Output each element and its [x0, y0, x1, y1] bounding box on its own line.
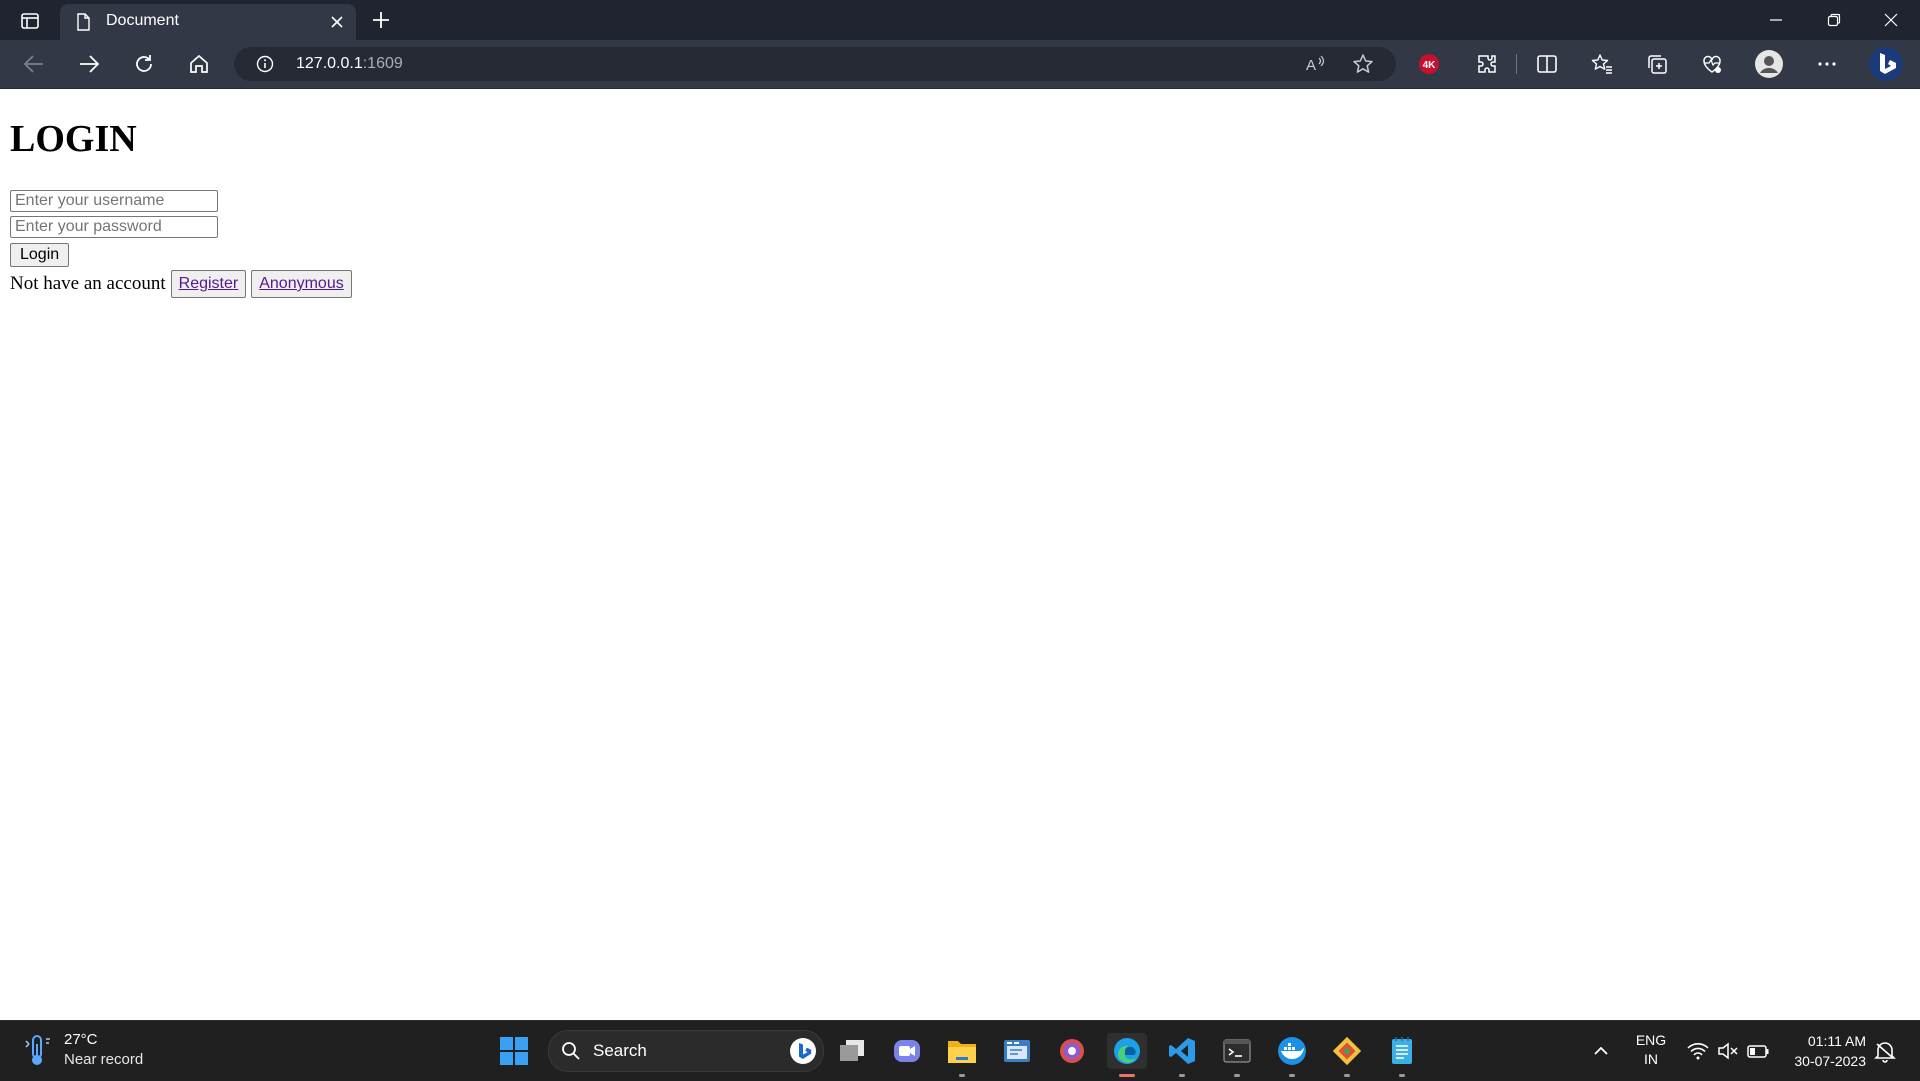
task-view-icon[interactable]	[834, 1033, 870, 1069]
weather-description[interactable]: Near record	[64, 1051, 143, 1068]
read-aloud-icon[interactable]: A	[1304, 53, 1326, 75]
bing-copilot-icon[interactable]	[789, 1037, 817, 1065]
window-close-icon[interactable]	[1862, 0, 1920, 40]
anonymous-button[interactable]: Anonymous	[251, 270, 352, 298]
teams-icon[interactable]	[889, 1033, 925, 1069]
info-icon[interactable]	[256, 55, 274, 73]
search-label: Search	[593, 1041, 647, 1060]
4k-extension-icon[interactable]: 4K	[1413, 49, 1445, 79]
language-indicator[interactable]: ENG IN	[1628, 1031, 1674, 1069]
windows-start-icon[interactable]	[498, 1035, 530, 1067]
back-icon[interactable]	[18, 49, 50, 79]
username-input[interactable]	[10, 190, 218, 212]
chevron-up-icon[interactable]	[1590, 1040, 1612, 1062]
performance-icon[interactable]	[1696, 49, 1728, 79]
favorite-star-icon[interactable]	[1352, 53, 1374, 75]
password-input[interactable]	[10, 216, 218, 238]
active-tab[interactable]: Document	[60, 4, 356, 40]
extensions-icon[interactable]	[1471, 49, 1503, 79]
notepad-icon[interactable]	[1384, 1033, 1420, 1077]
profile-icon[interactable]	[1753, 49, 1785, 79]
taskbar-search-box[interactable]: Search	[548, 1030, 824, 1072]
windows-taskbar: 27°C Near record Search ENG IN 01:11 AM …	[0, 1020, 1920, 1081]
register-row: Not have an account Register Anonymous	[10, 269, 357, 299]
editor-app-icon[interactable]	[999, 1033, 1035, 1069]
collections-icon[interactable]	[1641, 49, 1673, 79]
favorites-icon[interactable]	[1586, 49, 1618, 79]
wifi-icon[interactable]	[1686, 1039, 1710, 1063]
browser-app-icon[interactable]	[1054, 1033, 1090, 1069]
url-text[interactable]: 127.0.0.1:1609	[296, 55, 403, 73]
browser-toolbar: 127.0.0.1:1609 A 4K	[0, 40, 1920, 89]
split-screen-icon[interactable]	[1531, 49, 1563, 79]
notifications-icon[interactable]	[1874, 1039, 1896, 1063]
edge-icon[interactable]	[1107, 1033, 1147, 1077]
file-explorer-icon[interactable]	[944, 1033, 980, 1077]
register-button[interactable]: Register	[170, 270, 247, 298]
svg-text:4K: 4K	[1423, 60, 1437, 71]
more-icon[interactable]	[1811, 49, 1843, 79]
minimize-icon[interactable]	[1747, 0, 1805, 40]
refresh-icon[interactable]	[128, 49, 160, 79]
bing-copilot-icon[interactable]	[1868, 45, 1904, 83]
speaker-muted-icon[interactable]	[1716, 1039, 1740, 1063]
login-button[interactable]: Login	[10, 243, 70, 267]
vscode-icon[interactable]	[1164, 1033, 1200, 1077]
tab-actions-icon[interactable]	[12, 8, 48, 34]
weather-temperature[interactable]: 27°C	[64, 1031, 98, 1048]
close-icon[interactable]	[328, 13, 346, 31]
page-title: LOGIN	[10, 118, 137, 160]
address-bar[interactable]: 127.0.0.1:1609 A	[234, 47, 1396, 81]
terminal-icon[interactable]	[1219, 1033, 1255, 1077]
system-clock[interactable]: 01:11 AM 30-07-2023	[1776, 1031, 1866, 1071]
restore-icon[interactable]	[1805, 0, 1863, 40]
no-account-text: Not have an account	[10, 273, 166, 294]
toolbar-separator	[1516, 54, 1517, 74]
battery-icon[interactable]	[1746, 1039, 1770, 1063]
svg-text:A: A	[1306, 57, 1316, 74]
forward-icon[interactable]	[73, 49, 105, 79]
git-icon[interactable]	[1329, 1033, 1365, 1077]
docker-icon[interactable]	[1274, 1033, 1310, 1077]
home-icon[interactable]	[183, 49, 215, 79]
search-icon	[562, 1042, 580, 1060]
browser-tab-bar: Document	[0, 0, 1920, 40]
document-icon	[77, 13, 90, 31]
page-content: LOGIN Login Not have an account Register…	[0, 89, 1920, 1020]
tab-title: Document	[106, 12, 179, 29]
weather-icon[interactable]	[22, 1033, 54, 1067]
new-tab-icon[interactable]	[368, 8, 394, 32]
